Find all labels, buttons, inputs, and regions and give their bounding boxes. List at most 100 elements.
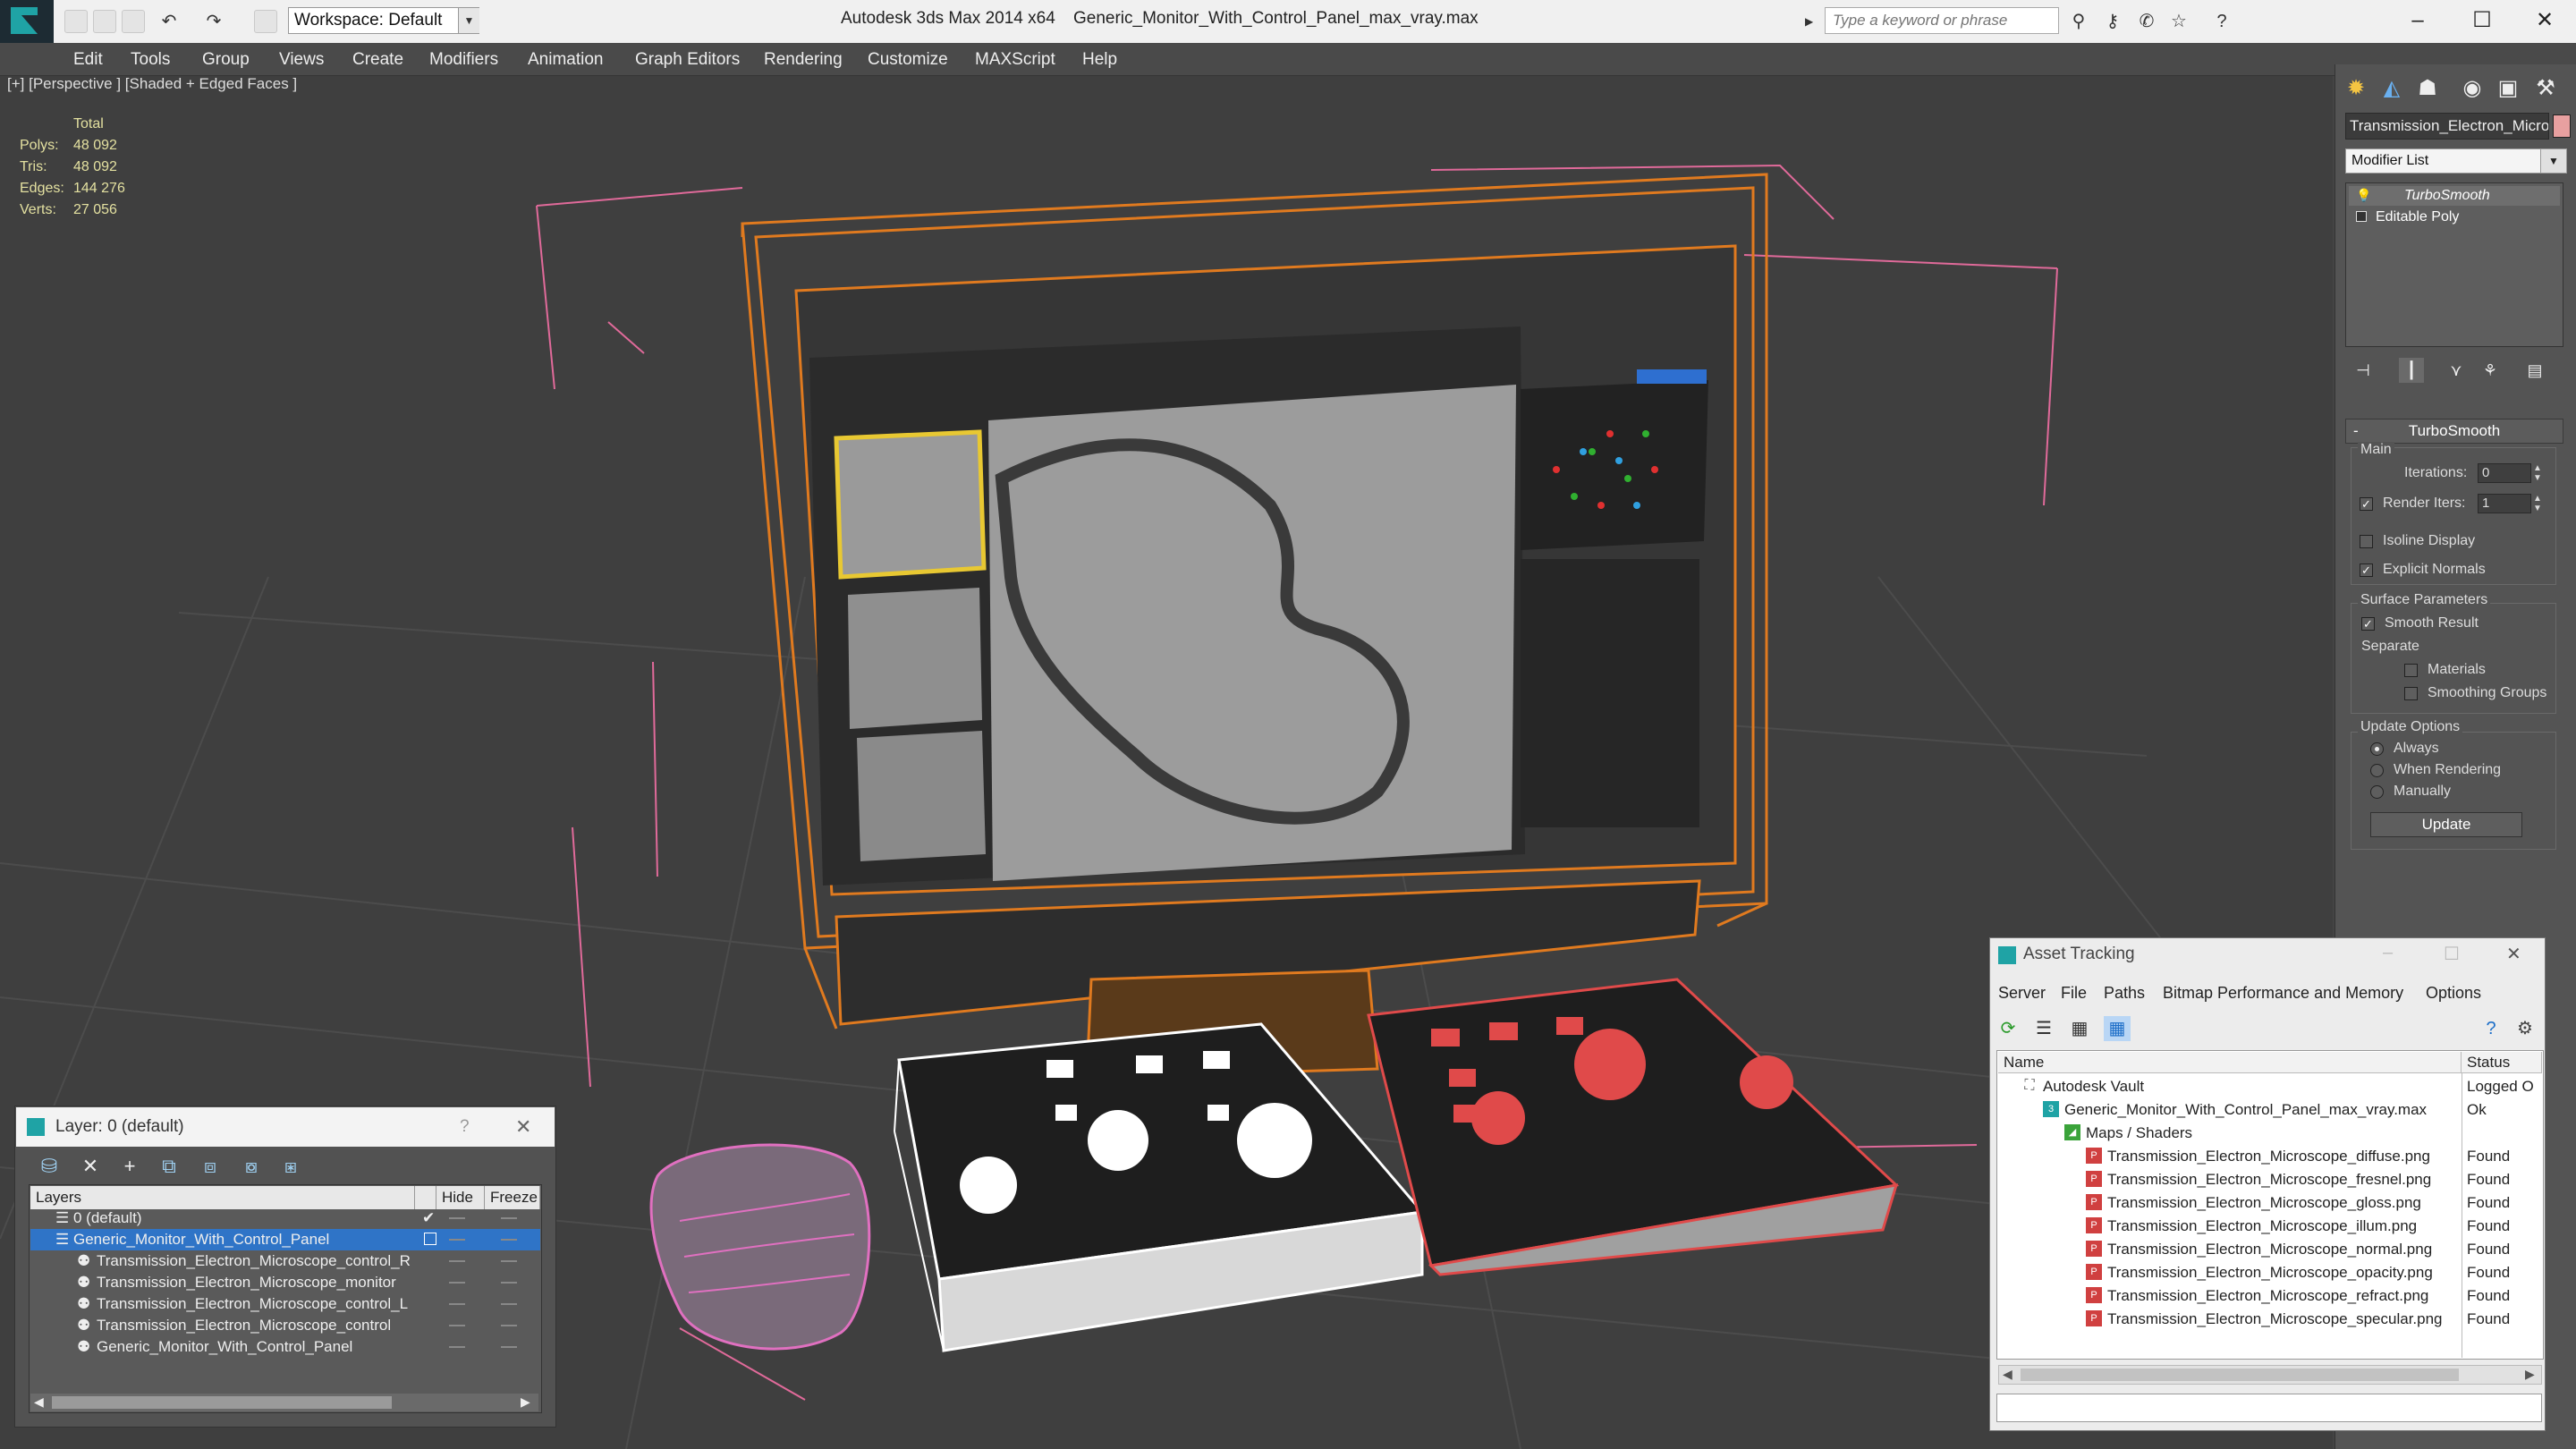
maximize-icon[interactable]: ☐ — [2444, 943, 2460, 965]
freeze-toggle[interactable] — [501, 1325, 517, 1326]
object-name-field[interactable]: Transmission_Electron_Micros — [2345, 113, 2549, 140]
smoothing-groups-checkbox[interactable] — [2404, 687, 2418, 700]
minimize-icon[interactable]: – — [2383, 943, 2393, 963]
asset-row[interactable]: P Transmission_Electron_Microscope_illum… — [1998, 1215, 2542, 1238]
hierarchy-tab-icon[interactable]: ☗ — [2410, 73, 2445, 104]
project-folder-icon[interactable] — [254, 10, 277, 33]
show-end-result-icon[interactable]: ┃ — [2399, 358, 2424, 383]
asset-row[interactable]: P Transmission_Electron_Microscope_opaci… — [1998, 1261, 2542, 1284]
make-unique-icon[interactable]: ⋎ — [2444, 358, 2469, 383]
display-tab-icon[interactable]: ▣ — [2490, 73, 2526, 104]
close-icon[interactable]: ✕ — [2506, 943, 2521, 965]
open-file-icon[interactable] — [93, 10, 116, 33]
minimize-icon[interactable]: – — [2386, 4, 2449, 38]
modifier-list-select[interactable]: Modifier List — [2345, 148, 2567, 174]
current-layer-check-icon[interactable]: ✔ — [422, 1208, 435, 1229]
asset-row[interactable]: P Transmission_Electron_Microscope_specu… — [1998, 1308, 2542, 1331]
spinner-arrows-icon[interactable]: ▲ ▼ — [2531, 463, 2544, 483]
stack-item-editable-poly[interactable]: Editable Poly — [2376, 209, 2459, 225]
undo-icon[interactable]: ↶ — [157, 10, 181, 33]
expand-box-icon[interactable] — [2356, 211, 2367, 222]
menu-edit[interactable]: Edit — [73, 50, 103, 70]
freeze-toggle[interactable] — [501, 1239, 517, 1241]
scroll-left-icon[interactable]: ◀ — [34, 1394, 44, 1410]
render-iters-spinner[interactable]: 1 — [2478, 494, 2531, 513]
asset-menu-paths[interactable]: Paths — [2104, 984, 2145, 1003]
asset-row[interactable]: P Transmission_Electron_Microscope_gloss… — [1998, 1191, 2542, 1215]
save-file-icon[interactable] — [122, 10, 145, 33]
help-icon[interactable]: ? — [460, 1117, 470, 1137]
workspace-select[interactable]: Workspace: Default — [288, 7, 479, 34]
remove-modifier-icon[interactable]: ⚘ — [2478, 358, 2503, 383]
highlight-layer-icon[interactable]: ⧈ — [195, 1154, 225, 1179]
hide-toggle[interactable] — [449, 1325, 465, 1326]
hide-toggle[interactable] — [449, 1282, 465, 1284]
communication-icon[interactable]: ✆ — [2136, 11, 2157, 32]
manually-radio[interactable] — [2370, 785, 2384, 799]
asset-menu-options[interactable]: Options — [2426, 984, 2481, 1003]
asset-row[interactable]: P Transmission_Electron_Microscope_diffu… — [1998, 1145, 2542, 1168]
menu-rendering[interactable]: Rendering — [764, 50, 843, 70]
menu-modifiers[interactable]: Modifiers — [429, 50, 498, 70]
hide-toggle[interactable] — [449, 1303, 465, 1305]
menu-customize[interactable]: Customize — [868, 50, 948, 70]
binoculars-icon[interactable]: ⚲ — [2068, 11, 2089, 32]
close-icon[interactable]: ✕ — [515, 1115, 531, 1139]
set-current-box[interactable] — [424, 1233, 436, 1245]
asset-row[interactable]: ◢ Maps / Shaders — [1998, 1122, 2542, 1145]
render-iters-checkbox[interactable]: ✓ — [2360, 497, 2373, 511]
hide-column-header[interactable]: Hide — [436, 1186, 485, 1209]
lightbulb-icon[interactable]: 💡 — [2356, 188, 2371, 203]
freeze-toggle[interactable] — [501, 1217, 517, 1219]
hide-toggle[interactable] — [449, 1346, 465, 1348]
refresh-icon[interactable]: ⟳ — [1995, 1016, 2021, 1041]
freeze-toggle[interactable] — [501, 1282, 517, 1284]
pin-stack-icon[interactable]: ⊣ — [2351, 358, 2376, 383]
configure-modifier-sets-icon[interactable]: ▤ — [2522, 358, 2547, 383]
menu-graph-editors[interactable]: Graph Editors — [635, 50, 740, 70]
freeze-toggle[interactable] — [501, 1260, 517, 1262]
spinner-arrows-icon[interactable]: ▲ ▼ — [2531, 494, 2544, 513]
turbosmooth-rollout-header[interactable]: - TurboSmooth — [2345, 419, 2563, 444]
motion-tab-icon[interactable]: ◉ — [2454, 73, 2490, 104]
asset-row[interactable]: 3 Generic_Monitor_With_Control_Panel_max… — [1998, 1098, 2542, 1122]
settings-icon[interactable]: ⚙ — [2512, 1016, 2538, 1041]
layer-row[interactable]: ⚉ Transmission_Electron_Microscope_contr… — [30, 1293, 540, 1315]
maximize-icon[interactable]: ☐ — [2451, 4, 2513, 38]
scrollbar-thumb[interactable] — [2021, 1368, 2459, 1381]
close-icon[interactable]: ✕ — [2513, 4, 2576, 38]
isoline-display-checkbox[interactable] — [2360, 535, 2373, 548]
smooth-result-checkbox[interactable]: ✓ — [2361, 617, 2375, 631]
utilities-tab-icon[interactable]: ⚒ — [2528, 73, 2563, 104]
menu-group[interactable]: Group — [202, 50, 250, 70]
asset-row[interactable]: P Transmission_Electron_Microscope_norma… — [1998, 1238, 2542, 1261]
when-rendering-radio[interactable] — [2370, 764, 2384, 777]
menu-views[interactable]: Views — [279, 50, 324, 70]
hide-toggle[interactable] — [449, 1239, 465, 1241]
subscription-icon[interactable]: ⚷ — [2102, 11, 2123, 32]
layer-row[interactable]: ⚉ Generic_Monitor_With_Control_Panel — [30, 1336, 540, 1358]
search-input[interactable] — [1825, 7, 2059, 34]
stack-item-turbosmooth[interactable]: TurboSmooth — [2404, 188, 2490, 204]
chevron-down-icon[interactable]: ▼ — [2540, 149, 2566, 173]
explicit-normals-checkbox[interactable]: ✓ — [2360, 564, 2373, 577]
layer-row[interactable]: ☰ Generic_Monitor_With_Control_Panel — [30, 1229, 540, 1250]
layer-tool-icon[interactable]: ⛁ — [34, 1154, 64, 1179]
select-in-layer-icon[interactable]: ⧉ — [154, 1154, 184, 1179]
help-icon[interactable]: ? — [2478, 1016, 2504, 1041]
iterations-spinner[interactable]: 0 — [2478, 463, 2531, 483]
create-tab-icon[interactable]: ✹ — [2338, 73, 2374, 104]
asset-menu-server[interactable]: Server — [1998, 984, 2046, 1003]
asset-row[interactable]: ⛶ Autodesk Vault Logged O — [1998, 1075, 2542, 1098]
asset-row[interactable]: P Transmission_Electron_Microscope_refra… — [1998, 1284, 2542, 1308]
delete-layer-icon[interactable]: ✕ — [75, 1154, 106, 1179]
materials-checkbox[interactable] — [2404, 664, 2418, 677]
menu-maxscript[interactable]: MAXScript — [975, 50, 1055, 70]
horizontal-scrollbar[interactable]: ◀ ▶ — [1998, 1365, 2542, 1385]
menu-create[interactable]: Create — [352, 50, 403, 70]
horizontal-scrollbar[interactable]: ◀ ▶ — [30, 1394, 538, 1411]
freeze-column-header[interactable]: Freeze — [485, 1186, 540, 1209]
freeze-toggle[interactable] — [501, 1346, 517, 1348]
asset-menu-bitmap-performance[interactable]: Bitmap Performance and Memory — [2163, 984, 2403, 1003]
app-logo-icon[interactable] — [0, 0, 54, 43]
